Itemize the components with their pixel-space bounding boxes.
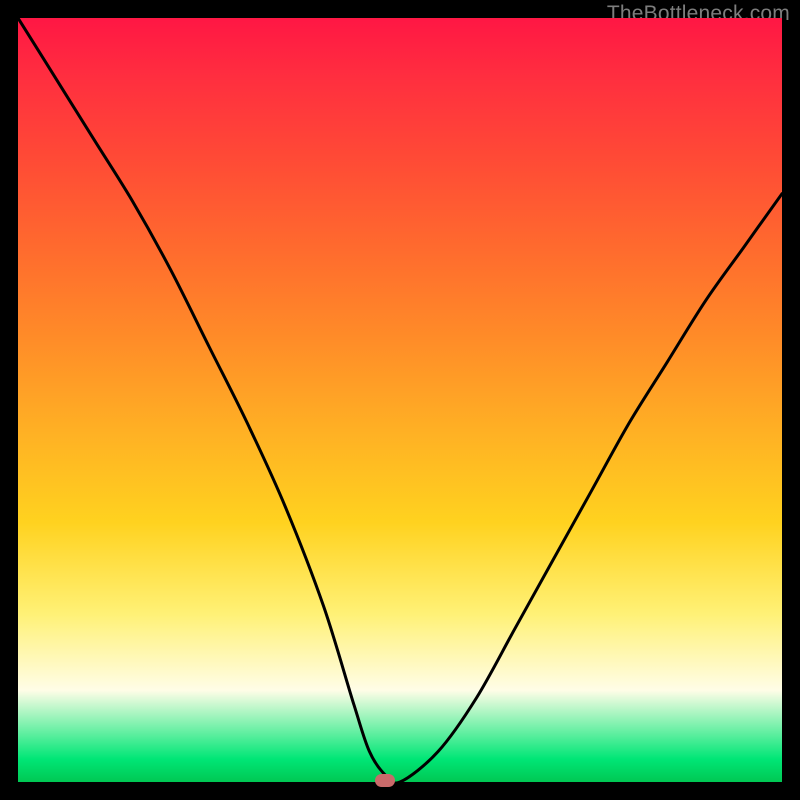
chart-frame: TheBottleneck.com bbox=[0, 0, 800, 800]
plot-area bbox=[18, 18, 782, 782]
bottleneck-curve bbox=[18, 18, 782, 782]
optimal-point-marker bbox=[375, 774, 395, 787]
